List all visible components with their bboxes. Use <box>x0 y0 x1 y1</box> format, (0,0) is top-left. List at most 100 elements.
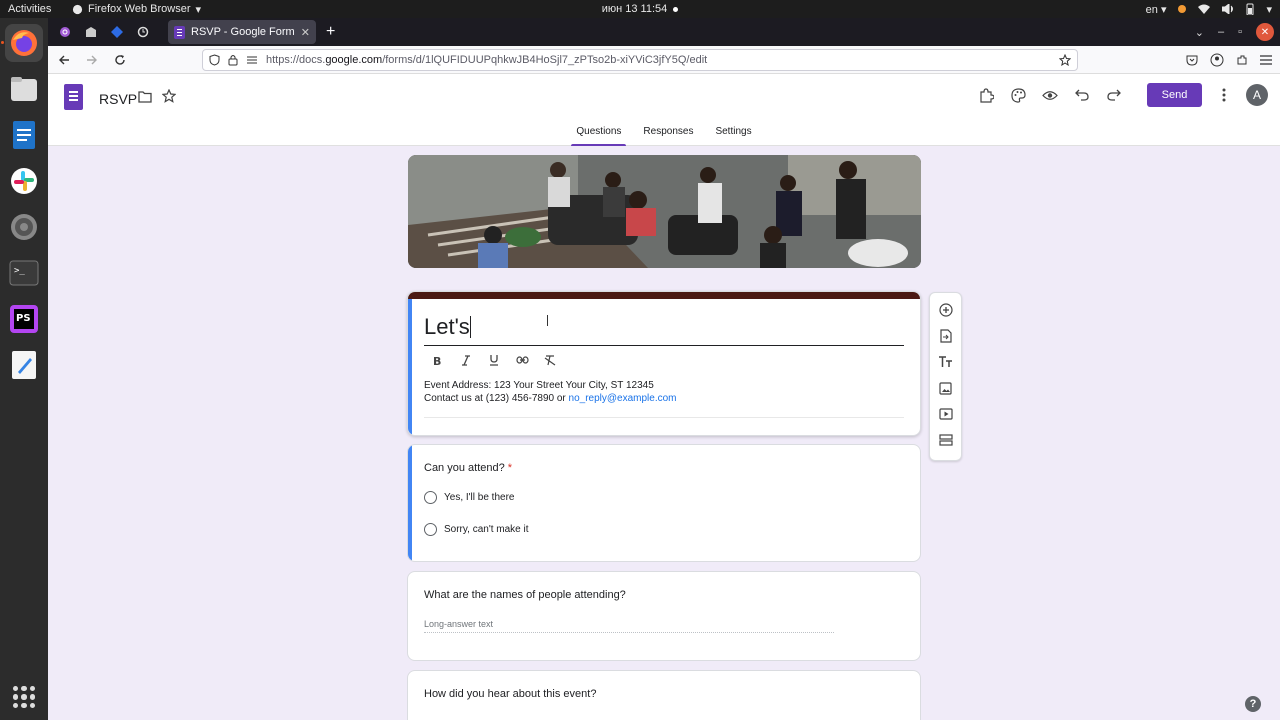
import-questions-button[interactable] <box>938 328 954 344</box>
history-icon <box>137 26 149 38</box>
account-icon[interactable] <box>1210 53 1224 67</box>
description-line-2: Contact us at (123) 456-7890 or no_reply… <box>424 392 677 405</box>
dock-text-editor[interactable] <box>5 346 43 384</box>
pinned-tab-1[interactable] <box>54 21 76 43</box>
dock-firefox[interactable] <box>1 24 43 62</box>
clear-formatting-button[interactable] <box>542 352 558 368</box>
bold-button[interactable]: B <box>430 352 446 368</box>
close-window-button[interactable]: ✕ <box>1256 23 1274 41</box>
tab-rsvp-google-forms[interactable]: RSVP - Google Forms ✕ <box>168 20 316 44</box>
restore-button[interactable]: ▫ <box>1238 26 1242 38</box>
dock: >_ PS <box>0 18 48 720</box>
card-left-indicator <box>408 445 412 561</box>
tab-responses[interactable]: Responses <box>641 126 695 146</box>
dock-slack[interactable] <box>5 162 43 200</box>
option-row[interactable]: Sorry, can't make it <box>424 523 529 536</box>
battery-icon <box>1246 3 1254 15</box>
radio-button[interactable] <box>424 523 437 536</box>
link-icon <box>515 356 529 364</box>
dock-terminal[interactable]: >_ <box>5 254 43 292</box>
underline-button[interactable] <box>486 352 502 368</box>
question-card-names[interactable]: What are the names of people attending? … <box>407 571 921 661</box>
system-menu-caret-icon: ▾ <box>1266 3 1272 16</box>
browser-tab-strip: RSVP - Google Forms ✕ + ⌄ – ▫ ✕ <box>48 18 1280 46</box>
more-options-button[interactable] <box>1214 85 1234 105</box>
dock-phpstorm[interactable]: PS <box>5 300 43 338</box>
add-question-button[interactable] <box>938 302 954 318</box>
form-title-input[interactable]: Let's <box>424 314 904 346</box>
pocket-icon[interactable] <box>1186 54 1198 66</box>
forward-button[interactable] <box>80 48 104 72</box>
question-card-heard-about[interactable]: How did you hear about this event? <box>407 670 921 720</box>
question-title: What are the names of people attending? <box>424 589 626 601</box>
google-forms-logo-icon[interactable] <box>64 84 83 110</box>
notification-dot <box>673 6 679 12</box>
status-icon[interactable] <box>1178 5 1187 13</box>
dock-writer[interactable] <box>5 116 43 154</box>
minimize-button[interactable]: – <box>1218 26 1224 38</box>
star-icon[interactable] <box>162 89 176 103</box>
gear-icon <box>11 214 37 240</box>
tab-settings[interactable]: Settings <box>713 126 753 146</box>
add-title-description-button[interactable] <box>938 354 954 370</box>
form-description[interactable]: Event Address: 123 Your Street Your City… <box>424 379 677 405</box>
customize-theme-button[interactable] <box>1008 85 1028 105</box>
add-section-button[interactable] <box>938 432 954 448</box>
document-title[interactable]: RSVP <box>99 91 137 107</box>
reload-button[interactable] <box>108 48 132 72</box>
back-button[interactable] <box>52 48 76 72</box>
inbox-icon <box>86 27 96 37</box>
url-bar[interactable]: https://docs.google.com/forms/d/1lQUFIDU… <box>202 49 1078 71</box>
menu-icon[interactable] <box>1260 55 1272 65</box>
activities-button[interactable]: Activities <box>0 3 70 15</box>
running-indicator <box>1 41 4 44</box>
question-side-toolbar <box>929 292 962 461</box>
show-applications-button[interactable] <box>13 686 35 708</box>
help-button[interactable]: ? <box>1245 696 1261 712</box>
language-indicator[interactable]: en ▾ <box>1146 3 1167 16</box>
email-link[interactable]: no_reply@example.com <box>569 393 677 404</box>
add-video-button[interactable] <box>938 406 954 422</box>
clock[interactable]: июн 13 11:54 <box>602 3 679 15</box>
system-tray[interactable]: en ▾ ▾ <box>1146 0 1272 18</box>
close-tab-icon[interactable]: ✕ <box>301 26 310 39</box>
extensions-icon[interactable] <box>1236 54 1248 66</box>
insert-link-button[interactable] <box>514 352 530 368</box>
pinned-tab-4[interactable] <box>132 21 154 43</box>
send-button[interactable]: Send <box>1147 83 1202 107</box>
dock-settings[interactable] <box>5 208 43 246</box>
phpstorm-icon: PS <box>10 305 38 333</box>
url-text: https://docs.google.com/forms/d/1lQUFIDU… <box>266 54 707 66</box>
underline-icon <box>490 355 498 366</box>
app-menu[interactable]: Firefox Web Browser ▾ <box>72 3 201 16</box>
folder-icon[interactable] <box>138 90 152 103</box>
description-underline <box>424 417 904 418</box>
shield-icon[interactable] <box>209 54 220 66</box>
new-tab-button[interactable]: + <box>326 23 335 41</box>
forms-header: RSVP Send A Questions Responses Settings <box>48 74 1280 146</box>
active-card-indicator <box>408 299 412 435</box>
url-path: /forms/d/1lQUFIDUUPqhkwJB4HoSjl7_zPTso2b… <box>382 54 708 66</box>
pinned-tab-3[interactable] <box>106 21 128 43</box>
option-row[interactable]: Yes, I'll be there <box>424 491 514 504</box>
preview-button[interactable] <box>1040 85 1060 105</box>
question-title-text: Can you attend? <box>424 462 505 474</box>
window-controls: ⌄ – ▫ ✕ <box>1195 18 1274 46</box>
lock-icon[interactable] <box>228 54 238 66</box>
tab-questions[interactable]: Questions <box>571 126 627 146</box>
permissions-icon[interactable] <box>246 55 258 65</box>
add-image-button[interactable] <box>938 380 954 396</box>
list-all-tabs-icon[interactable]: ⌄ <box>1195 26 1204 39</box>
app-menu-label: Firefox Web Browser <box>88 3 191 15</box>
italic-button[interactable] <box>458 352 474 368</box>
undo-button[interactable] <box>1072 85 1092 105</box>
text-editor-icon <box>12 351 36 379</box>
dock-files[interactable] <box>5 70 43 108</box>
addons-button[interactable] <box>976 85 996 105</box>
radio-button[interactable] <box>424 491 437 504</box>
redo-button[interactable] <box>1104 85 1124 105</box>
question-card-attend[interactable]: Can you attend? * Yes, I'll be there Sor… <box>407 444 921 562</box>
pinned-tab-2[interactable] <box>80 21 102 43</box>
bookmark-star-icon[interactable] <box>1059 54 1071 66</box>
avatar[interactable]: A <box>1246 84 1268 106</box>
